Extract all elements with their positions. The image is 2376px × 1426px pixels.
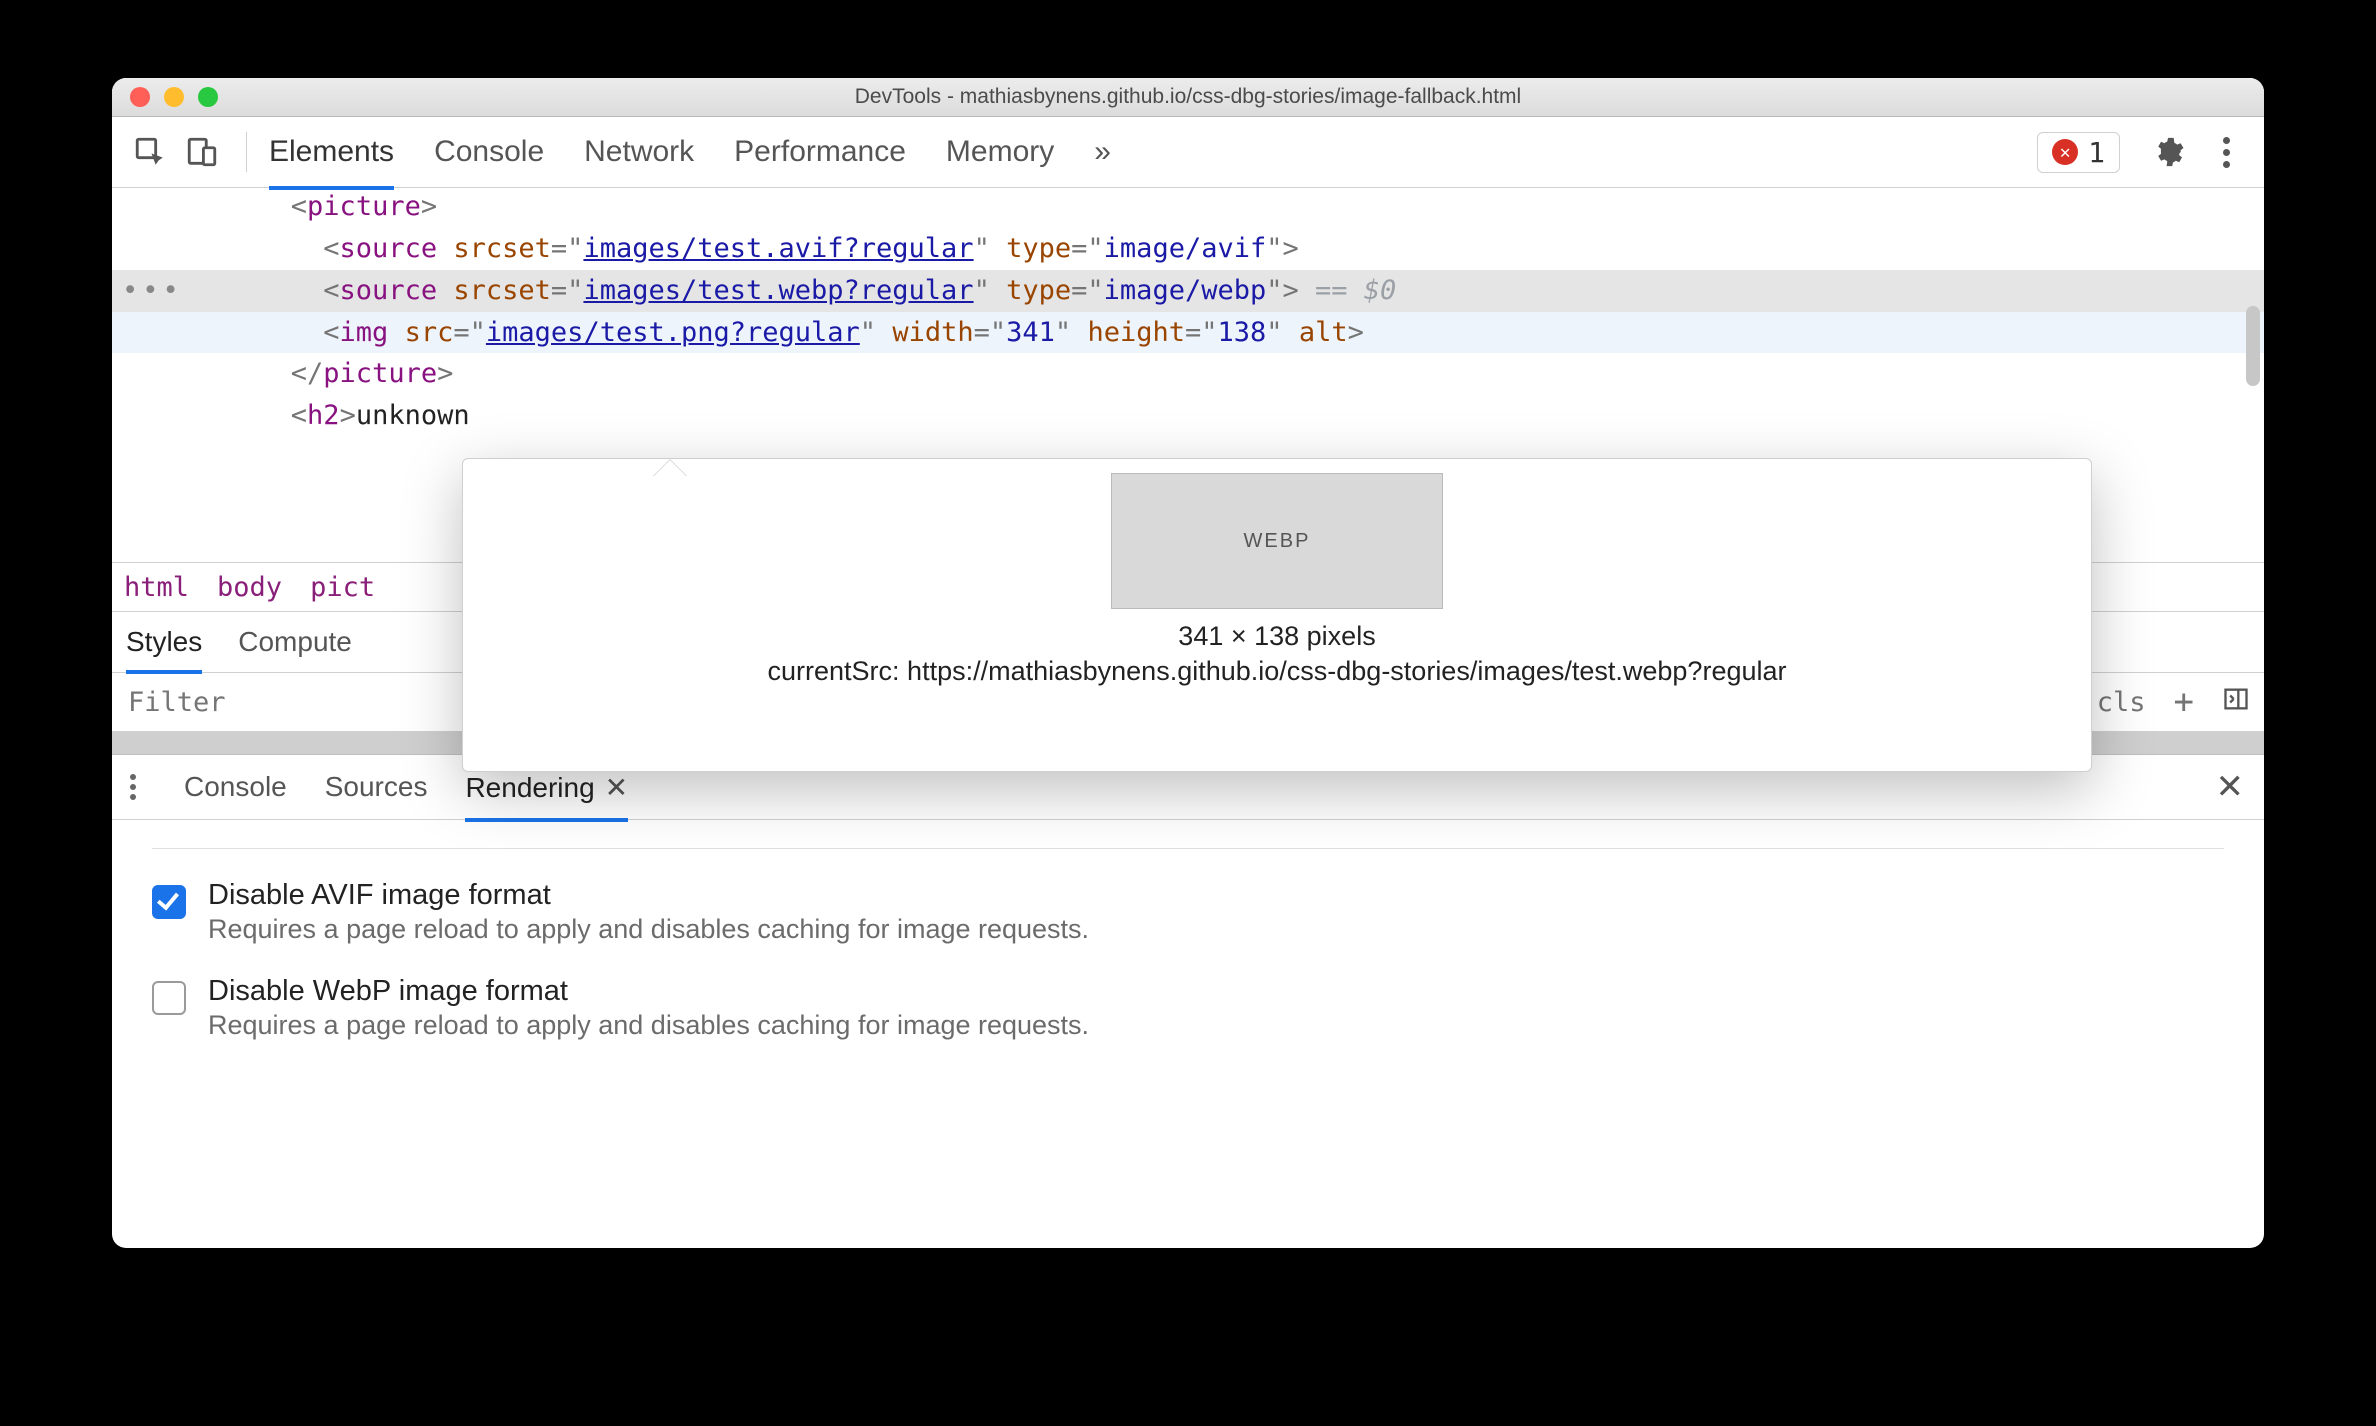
panel-tabs: Elements Console Network Performance Mem… bbox=[269, 135, 1111, 169]
settings-gear-icon[interactable] bbox=[2146, 130, 2190, 174]
option-desc: Requires a page reload to apply and disa… bbox=[208, 914, 1089, 945]
tab-console[interactable]: Console bbox=[434, 135, 544, 169]
option-disable-webp: Disable WebP image format Requires a pag… bbox=[152, 975, 2224, 1041]
inspect-element-icon[interactable] bbox=[128, 130, 172, 174]
crumb[interactable]: body bbox=[217, 572, 282, 603]
toolbar-divider bbox=[246, 132, 247, 172]
dom-row[interactable]: <source srcset="images/test.avif?regular… bbox=[112, 228, 2264, 270]
tab-elements[interactable]: Elements bbox=[269, 135, 394, 169]
traffic-lights bbox=[130, 87, 218, 107]
titlebar: DevTools - mathiasbynens.github.io/css-d… bbox=[112, 78, 2264, 117]
error-count: 1 bbox=[2088, 136, 2105, 169]
option-disable-avif: Disable AVIF image format Requires a pag… bbox=[152, 879, 2224, 945]
image-hover-popover: WEBP 341 × 138 pixels currentSrc: https:… bbox=[462, 458, 2092, 772]
image-current-src: currentSrc: https://mathiasbynens.github… bbox=[767, 656, 1786, 687]
tab-performance[interactable]: Performance bbox=[734, 135, 906, 169]
dom-row[interactable]: <picture> bbox=[112, 188, 2264, 228]
dom-row-selected[interactable]: ••• <source srcset="images/test.webp?reg… bbox=[112, 270, 2264, 312]
option-title: Disable AVIF image format bbox=[208, 879, 1089, 912]
close-drawer-icon[interactable]: ✕ bbox=[2216, 767, 2245, 807]
window-title: DevTools - mathiasbynens.github.io/css-d… bbox=[112, 85, 2264, 109]
error-icon: ✕ bbox=[2052, 139, 2078, 165]
rendering-panel: Disable AVIF image format Requires a pag… bbox=[112, 820, 2264, 1099]
dom-row-hover[interactable]: <img src="images/test.png?regular" width… bbox=[112, 312, 2264, 354]
drawer-menu-icon[interactable] bbox=[130, 774, 136, 800]
drawer-tab-sources[interactable]: Sources bbox=[325, 771, 428, 803]
checkbox-disable-avif[interactable] bbox=[152, 885, 186, 919]
scrollbar-thumb[interactable] bbox=[2246, 306, 2260, 386]
crumb[interactable]: html bbox=[124, 572, 189, 603]
new-style-rule-icon[interactable]: + bbox=[2174, 682, 2194, 722]
crumb[interactable]: pict bbox=[310, 572, 375, 603]
drawer-tab-console[interactable]: Console bbox=[184, 771, 287, 803]
subtab-computed[interactable]: Compute bbox=[238, 626, 352, 658]
close-tab-icon[interactable]: ✕ bbox=[605, 772, 628, 803]
tab-memory[interactable]: Memory bbox=[946, 135, 1054, 169]
subtab-styles[interactable]: Styles bbox=[126, 626, 202, 658]
close-window-icon[interactable] bbox=[130, 87, 150, 107]
image-thumbnail: WEBP bbox=[1111, 473, 1443, 609]
minimize-window-icon[interactable] bbox=[164, 87, 184, 107]
zoom-window-icon[interactable] bbox=[198, 87, 218, 107]
dom-row[interactable]: </picture> bbox=[112, 353, 2264, 395]
device-toggle-icon[interactable] bbox=[180, 130, 224, 174]
error-count-badge[interactable]: ✕ 1 bbox=[2037, 132, 2120, 173]
option-title: Disable WebP image format bbox=[208, 975, 1089, 1008]
tabs-overflow-icon[interactable]: » bbox=[1094, 135, 1111, 169]
image-dimensions: 341 × 138 pixels bbox=[1178, 621, 1375, 652]
main-toolbar: Elements Console Network Performance Mem… bbox=[112, 117, 2264, 188]
drawer-tab-rendering[interactable]: Rendering✕ bbox=[465, 771, 628, 804]
dom-row[interactable]: <h2>unknown bbox=[112, 395, 2264, 437]
toggle-sidebar-icon[interactable] bbox=[2222, 685, 2250, 720]
kebab-menu-icon[interactable] bbox=[2204, 130, 2248, 174]
row-actions-icon[interactable]: ••• bbox=[122, 270, 183, 312]
checkbox-disable-webp[interactable] bbox=[152, 981, 186, 1015]
option-desc: Requires a page reload to apply and disa… bbox=[208, 1010, 1089, 1041]
tab-network[interactable]: Network bbox=[584, 135, 694, 169]
